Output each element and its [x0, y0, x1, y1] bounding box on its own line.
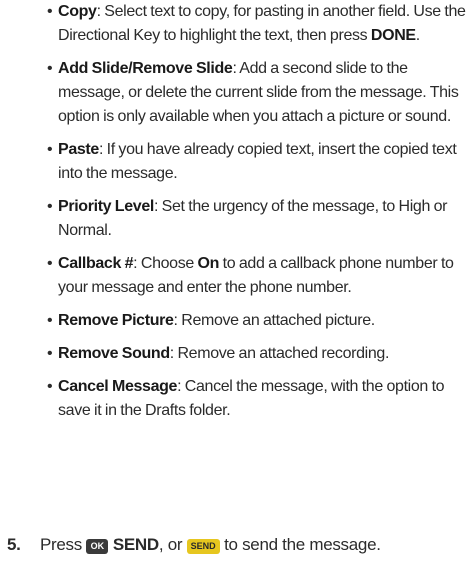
- options-list: • Copy: Select text to copy, for pasting …: [47, 0, 469, 432]
- option-item: • Callback #: Choose On to add a callback…: [47, 252, 469, 300]
- bullet-icon: •: [47, 60, 53, 77]
- step-or-text: , or: [158, 535, 187, 554]
- option-item: • Add Slide/Remove Slide: Add a second sl…: [47, 57, 469, 129]
- option-description: .: [415, 27, 420, 44]
- step-end-text: to send the message.: [219, 535, 381, 554]
- option-term: Add Slide/Remove Slide: [58, 60, 233, 77]
- option-description: : Remove an attached picture.: [173, 312, 376, 329]
- option-term: Priority Level: [58, 198, 154, 215]
- option-item: • Priority Level: Set the urgency of the …: [47, 195, 469, 243]
- option-term: Remove Picture: [58, 312, 174, 329]
- bullet-icon: •: [47, 345, 53, 362]
- bullet-icon: •: [47, 255, 53, 272]
- manual-page: • Copy: Select text to copy, for pasting …: [0, 0, 473, 567]
- bullet-icon: •: [47, 198, 53, 215]
- option-term: Callback #: [58, 255, 134, 272]
- option-term: DONE: [370, 27, 416, 44]
- bullet-icon: •: [47, 141, 53, 158]
- option-term: Paste: [58, 141, 99, 158]
- send-key-icon: SEND: [186, 539, 220, 554]
- ok-key-icon: OK: [86, 539, 109, 554]
- step-press-text: Press: [40, 535, 87, 554]
- option-description: : Choose: [133, 255, 198, 272]
- option-term: On: [197, 255, 220, 272]
- option-item: • Remove Picture: Remove an attached pict…: [47, 309, 469, 333]
- option-description: : Remove an attached recording.: [169, 345, 390, 362]
- option-term: Remove Sound: [58, 345, 170, 362]
- bullet-icon: •: [47, 3, 53, 20]
- send-label: SEND: [108, 535, 159, 554]
- option-term: Cancel Message: [58, 378, 178, 395]
- option-term: Copy: [58, 3, 97, 20]
- bullet-icon: •: [47, 378, 53, 395]
- option-description: : If you have already copied text, inser…: [58, 141, 457, 182]
- option-item: • Remove Sound: Remove an attached record…: [47, 342, 469, 366]
- step-5: 5. Press OK SEND, or SEND to send the mes…: [7, 532, 467, 558]
- bullet-icon: •: [47, 312, 53, 329]
- option-item: • Copy: Select text to copy, for pasting …: [47, 0, 469, 48]
- step-number: 5.: [7, 535, 21, 554]
- option-item: • Cancel Message: Cancel the message, wit…: [47, 375, 469, 423]
- option-item: • Paste: If you have already copied text,…: [47, 138, 469, 186]
